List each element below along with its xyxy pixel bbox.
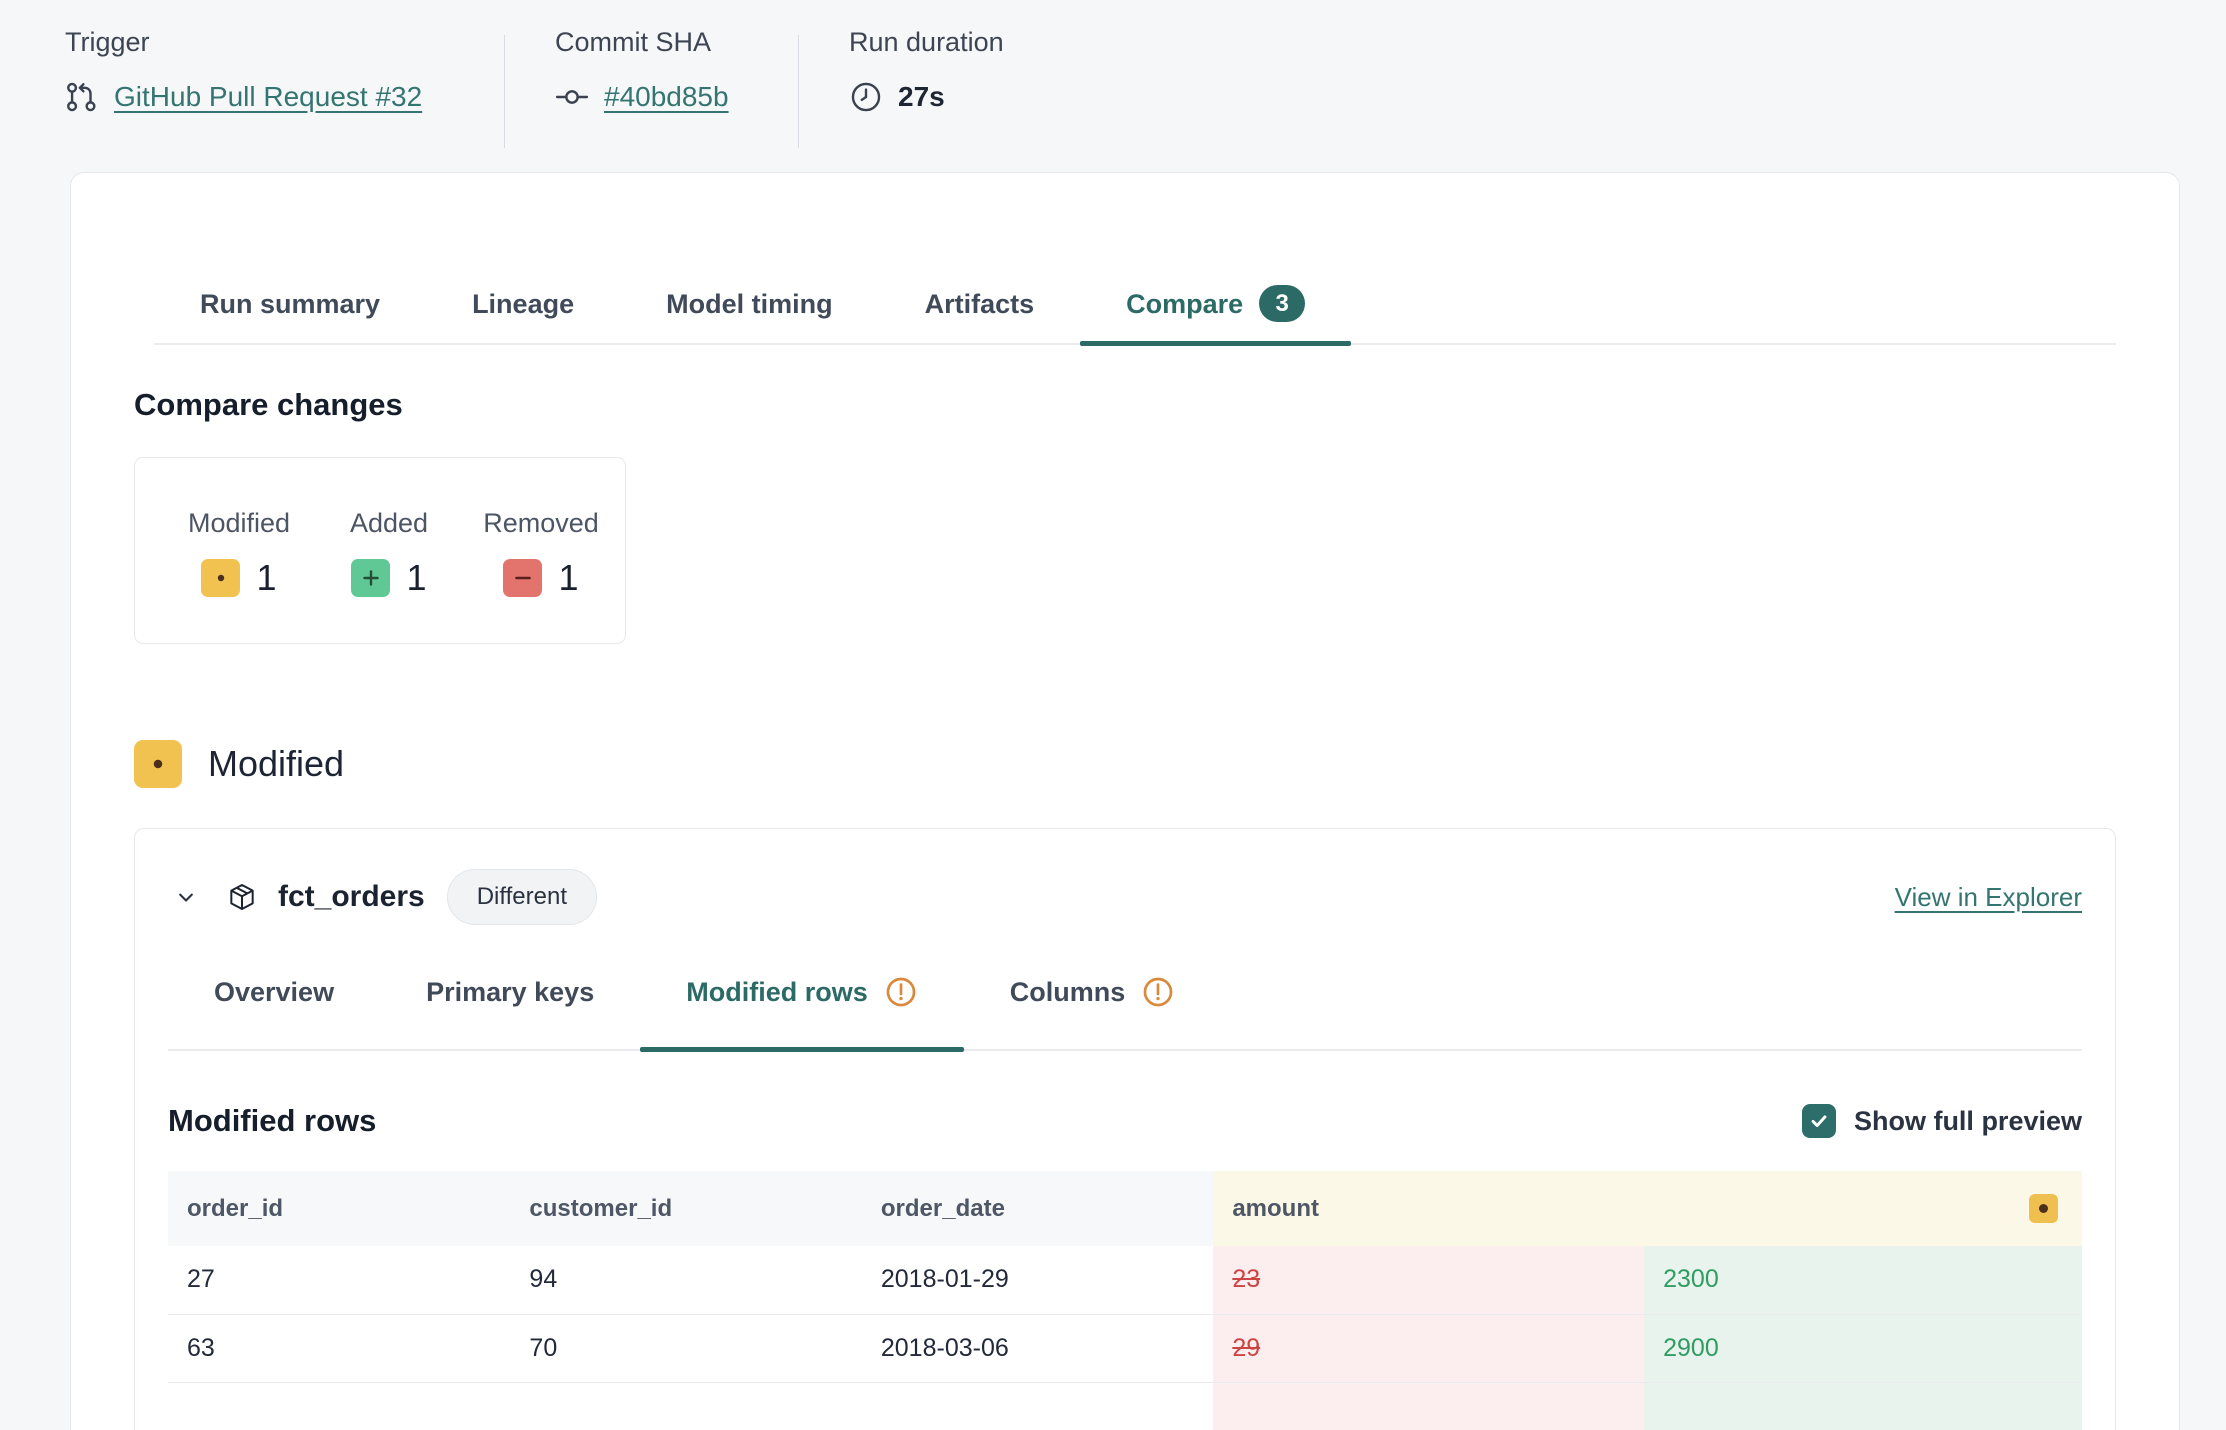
cell-amount-old: 29	[1213, 1314, 1644, 1382]
col-header-order-id: order_id	[168, 1171, 510, 1246]
cell-amount-new: 2900	[1644, 1314, 2082, 1382]
tab-lineage[interactable]: Lineage	[426, 285, 620, 343]
col-header-customer-id: customer_id	[510, 1171, 861, 1246]
stat-added-value: 1	[406, 557, 426, 599]
tab-overview[interactable]: Overview	[168, 975, 380, 1049]
cell-order-date: 2018-03-06	[862, 1314, 1213, 1382]
tab-artifacts[interactable]: Artifacts	[879, 285, 1081, 343]
compare-count-badge: 3	[1259, 285, 1305, 322]
show-full-preview-toggle[interactable]: Show full preview	[1802, 1104, 2082, 1138]
modified-rows-table: order_id customer_id order_date amount 2…	[168, 1171, 2082, 1430]
chevron-down-icon	[172, 883, 200, 911]
checkbox-checked-icon[interactable]	[1802, 1104, 1836, 1138]
table-header-row: order_id customer_id order_date amount	[168, 1171, 2082, 1246]
removed-icon	[503, 559, 542, 597]
commit-label: Commit SHA	[555, 27, 798, 58]
added-icon	[351, 559, 390, 597]
tab-modified-rows[interactable]: Modified rows	[640, 975, 964, 1049]
cell-customer-id: 70	[510, 1314, 861, 1382]
col-header-order-date: order_date	[862, 1171, 1213, 1246]
duration-label: Run duration	[849, 27, 1004, 58]
modified-rows-title: Modified rows	[168, 1103, 376, 1139]
show-full-preview-label: Show full preview	[1854, 1106, 2082, 1137]
cell-order-id: 63	[168, 1314, 510, 1382]
modified-rows-header: Modified rows Show full preview	[168, 1103, 2082, 1139]
run-detail-card: Run summary Lineage Model timing Artifac…	[70, 172, 2180, 1430]
trigger-link[interactable]: GitHub Pull Request #32	[114, 81, 422, 113]
col-header-amount: amount	[1213, 1171, 2082, 1246]
cell-order-id	[168, 1382, 510, 1430]
tab-model-timing[interactable]: Model timing	[620, 285, 878, 343]
table-row	[168, 1382, 2082, 1430]
cell-order-id: 27	[168, 1246, 510, 1314]
cell-order-date: 2018-01-29	[862, 1246, 1213, 1314]
trigger-label: Trigger	[65, 27, 504, 58]
pull-request-icon	[65, 80, 99, 114]
cell-order-date	[862, 1382, 1213, 1430]
modified-section-icon	[134, 740, 182, 788]
modified-section-title: Modified	[208, 743, 344, 785]
tab-compare[interactable]: Compare 3	[1080, 285, 1351, 343]
stat-removed: Removed 1	[487, 508, 595, 599]
model-name: fct_orders	[278, 880, 425, 914]
duration-value: 27s	[898, 81, 945, 113]
cell-amount-old: 23	[1213, 1246, 1644, 1314]
stat-modified-label: Modified	[188, 508, 290, 539]
cell-customer-id	[510, 1382, 861, 1430]
compare-changes-title: Compare changes	[134, 387, 2116, 423]
commit-icon	[555, 80, 589, 114]
model-card-header: fct_orders Different View in Explorer	[168, 869, 2082, 925]
tab-columns[interactable]: Columns	[964, 975, 1222, 1049]
tab-primary-keys[interactable]: Primary keys	[380, 975, 640, 1049]
compare-stats-card: Modified 1 Added 1 Removed	[134, 457, 626, 644]
stat-added-label: Added	[350, 508, 428, 539]
collapse-chevron-button[interactable]	[168, 879, 204, 915]
stat-added: Added 1	[337, 508, 441, 599]
stat-removed-label: Removed	[483, 508, 599, 539]
warning-icon	[884, 975, 918, 1009]
warning-icon	[1141, 975, 1175, 1009]
view-in-explorer-link[interactable]: View in Explorer	[1895, 882, 2082, 913]
stat-removed-value: 1	[558, 557, 578, 599]
model-card-fct-orders: fct_orders Different View in Explorer Ov…	[134, 828, 2116, 1430]
commit-sha-link[interactable]: #40bd85b	[604, 81, 729, 113]
table-row: 27 94 2018-01-29 23 2300	[168, 1246, 2082, 1314]
clock-icon	[849, 80, 883, 114]
duration-meta: Run duration 27s	[799, 27, 1004, 172]
table-row: 63 70 2018-03-06 29 2900	[168, 1314, 2082, 1382]
commit-meta: Commit SHA #40bd85b	[505, 27, 798, 172]
cell-amount-old	[1213, 1382, 1644, 1430]
cell-amount-new: 2300	[1644, 1246, 2082, 1314]
stat-modified-value: 1	[256, 557, 276, 599]
trigger-meta: Trigger GitHub Pull Request #32	[65, 27, 504, 172]
model-tabs: Overview Primary keys Modified rows Colu…	[168, 975, 2082, 1051]
modified-column-badge	[2029, 1194, 2058, 1223]
modified-icon	[201, 559, 240, 597]
model-cube-icon	[226, 881, 258, 913]
run-meta-bar: Trigger GitHub Pull Request #32 Commit S…	[0, 0, 2226, 172]
cell-customer-id: 94	[510, 1246, 861, 1314]
cell-amount-new	[1644, 1382, 2082, 1430]
modified-section-header: Modified	[134, 740, 2116, 788]
status-badge: Different	[447, 869, 597, 925]
tab-run-summary[interactable]: Run summary	[154, 285, 426, 343]
stat-modified: Modified 1	[187, 508, 291, 599]
run-tabs: Run summary Lineage Model timing Artifac…	[154, 285, 2116, 345]
